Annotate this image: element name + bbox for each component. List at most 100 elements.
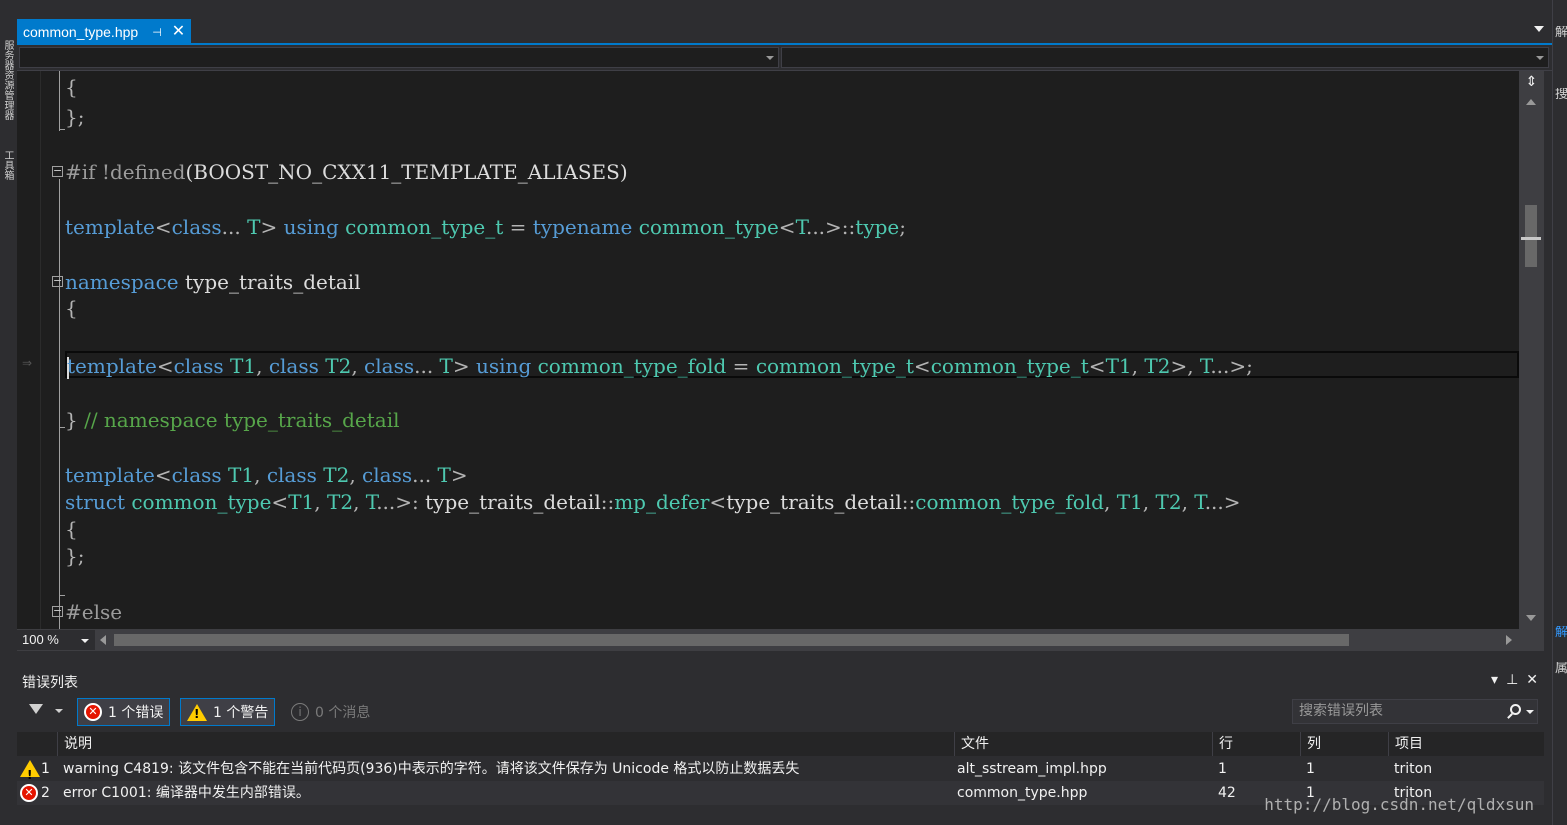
server-explorer-tab[interactable]: 服务器资源管理器 [0, 40, 14, 140]
search-options-chevron-icon[interactable] [1526, 710, 1534, 714]
code-token: #else [65, 600, 123, 624]
search-icon[interactable] [1510, 704, 1521, 715]
code-token: namespace [65, 270, 179, 294]
code-token: type_traits_detail [425, 490, 601, 514]
code-token: template [67, 354, 157, 378]
scroll-thumb[interactable] [1525, 205, 1537, 267]
solution-explorer-tab-lower[interactable]: 解 [1555, 626, 1567, 640]
errors-filter-button[interactable]: ✕ 1 个错误 [77, 698, 171, 726]
search-tab[interactable]: 搜 [1555, 88, 1567, 102]
code-token: , [351, 354, 365, 378]
current-code-line: template<class T1, class T2, class... T>… [65, 351, 1519, 379]
code-token: { [65, 517, 78, 541]
search-error-list-input[interactable]: 搜索错误列表 [1292, 699, 1538, 724]
code-token: // namespace type_traits_detail [84, 408, 400, 432]
pin-icon[interactable]: ⊥ [1506, 672, 1518, 688]
code-line: { [65, 295, 78, 322]
code-token: typename [532, 215, 633, 239]
fold-toggle-icon[interactable]: − [52, 275, 63, 287]
code-editor[interactable]: ⇒ − − − { }; #if !defined(BOOST_NO_CXX11… [17, 71, 1519, 629]
horizontal-bar: 100 % [17, 629, 1544, 651]
code-token: T [247, 215, 261, 239]
close-icon[interactable]: ✕ [1526, 672, 1538, 688]
navigation-bar [17, 45, 1552, 71]
scroll-down-icon[interactable] [1526, 615, 1536, 621]
code-token: common_type_fold [915, 490, 1104, 514]
outline-guide [59, 71, 60, 131]
code-token: class [362, 463, 413, 487]
code-token: < [271, 490, 289, 514]
code-token: using [283, 215, 339, 239]
code-token: T [437, 463, 451, 487]
code-line: namespace type_traits_detail [65, 269, 361, 296]
filter-chevron-down-icon[interactable] [55, 709, 63, 713]
toolbox-tab[interactable]: 工具箱 [0, 150, 14, 198]
code-token: template [65, 463, 155, 487]
split-editor-icon[interactable]: ⇕ [1525, 74, 1538, 90]
zoom-dropdown[interactable]: 100 % [17, 630, 95, 650]
scroll-left-icon[interactable] [100, 635, 106, 645]
member-dropdown[interactable] [781, 47, 1549, 68]
error-icon: ✕ [84, 703, 102, 721]
current-line-arrow-icon: ⇒ [22, 356, 33, 370]
code-token: ... [412, 463, 438, 487]
error-list-toolbar: ✕ 1 个错误 ! 1 个警告 i 0 个消息 搜索错误列表 [17, 695, 1544, 729]
code-token: T2 [1155, 490, 1182, 514]
code-token: , [314, 490, 327, 514]
row-description: error C1001: 编译器中发生内部错误。 [63, 785, 310, 801]
warnings-filter-button[interactable]: ! 1 个警告 [180, 698, 276, 726]
vertical-scrollbar[interactable]: ⇕ [1519, 71, 1544, 629]
horizontal-scroll-thumb[interactable] [114, 634, 1349, 646]
error-list-panel: 错误列表 ▾ ⊥ ✕ ✕ 1 个错误 ! 1 个警告 i 0 个消息 搜索错误列… [17, 651, 1544, 825]
warnings-filter-label: 1 个警告 [213, 705, 269, 721]
code-token: class [171, 463, 222, 487]
messages-filter-label: 0 个消息 [315, 705, 371, 721]
error-list-header: 说明 文件 行 列 项目 [17, 732, 1544, 756]
document-tab-bar: common_type.hpp ⊣ ✕ [17, 17, 1552, 45]
scroll-up-icon[interactable] [1526, 99, 1536, 105]
close-icon[interactable]: ✕ [172, 24, 185, 40]
row-file: common_type.hpp [957, 785, 1088, 801]
code-token: struct [65, 490, 125, 514]
code-token: T2 [323, 463, 350, 487]
code-token: ; [899, 215, 907, 239]
code-token: < [709, 490, 727, 514]
row-number: 2 [41, 785, 50, 801]
column-header-file[interactable]: 文件 [954, 732, 1212, 756]
column-header-description[interactable]: 说明 [57, 732, 954, 756]
code-token: common_type_t [345, 215, 504, 239]
code-token: common_type [638, 215, 779, 239]
messages-filter-button[interactable]: i 0 个消息 [285, 698, 376, 726]
solution-explorer-tab[interactable]: 解 [1555, 26, 1567, 40]
scope-dropdown[interactable] [19, 47, 779, 68]
code-token: > [450, 463, 468, 487]
pin-icon[interactable]: ⊣ [152, 26, 162, 39]
code-token: class [266, 463, 317, 487]
code-token: { [65, 296, 78, 320]
code-token: ... [414, 354, 440, 378]
chevron-down-icon [81, 639, 89, 643]
fold-toggle-icon[interactable]: − [52, 165, 63, 177]
row-line: 42 [1218, 785, 1236, 801]
filter-icon[interactable] [29, 704, 43, 714]
column-header-line[interactable]: 行 [1212, 732, 1300, 756]
code-token: type_traits_detail [178, 270, 361, 294]
properties-tab[interactable]: 属 [1555, 662, 1567, 676]
code-token: T2 [325, 354, 352, 378]
scroll-right-icon[interactable] [1506, 635, 1512, 645]
tab-overflow-chevron-down-icon[interactable] [1534, 26, 1544, 32]
chevron-down-icon [766, 56, 774, 60]
code-token: , [1181, 490, 1195, 514]
code-token: T [1194, 490, 1205, 514]
code-line: { [65, 74, 78, 101]
code-token: :: [600, 490, 615, 514]
column-header-column[interactable]: 列 [1300, 732, 1388, 756]
column-header-project[interactable]: 项目 [1388, 732, 1544, 756]
row-file: alt_sstream_impl.hpp [957, 761, 1107, 777]
fold-toggle-icon[interactable]: − [52, 605, 63, 617]
outline-guide [59, 595, 65, 596]
tab-common-type-hpp[interactable]: common_type.hpp ⊣ ✕ [17, 19, 192, 45]
code-line: }; [65, 104, 84, 131]
panel-menu-chevron-icon[interactable]: ▾ [1491, 672, 1498, 688]
error-list-row[interactable]: ! 1 warning C4819: 该文件包含不能在当前代码页(936)中表示… [17, 757, 1544, 782]
